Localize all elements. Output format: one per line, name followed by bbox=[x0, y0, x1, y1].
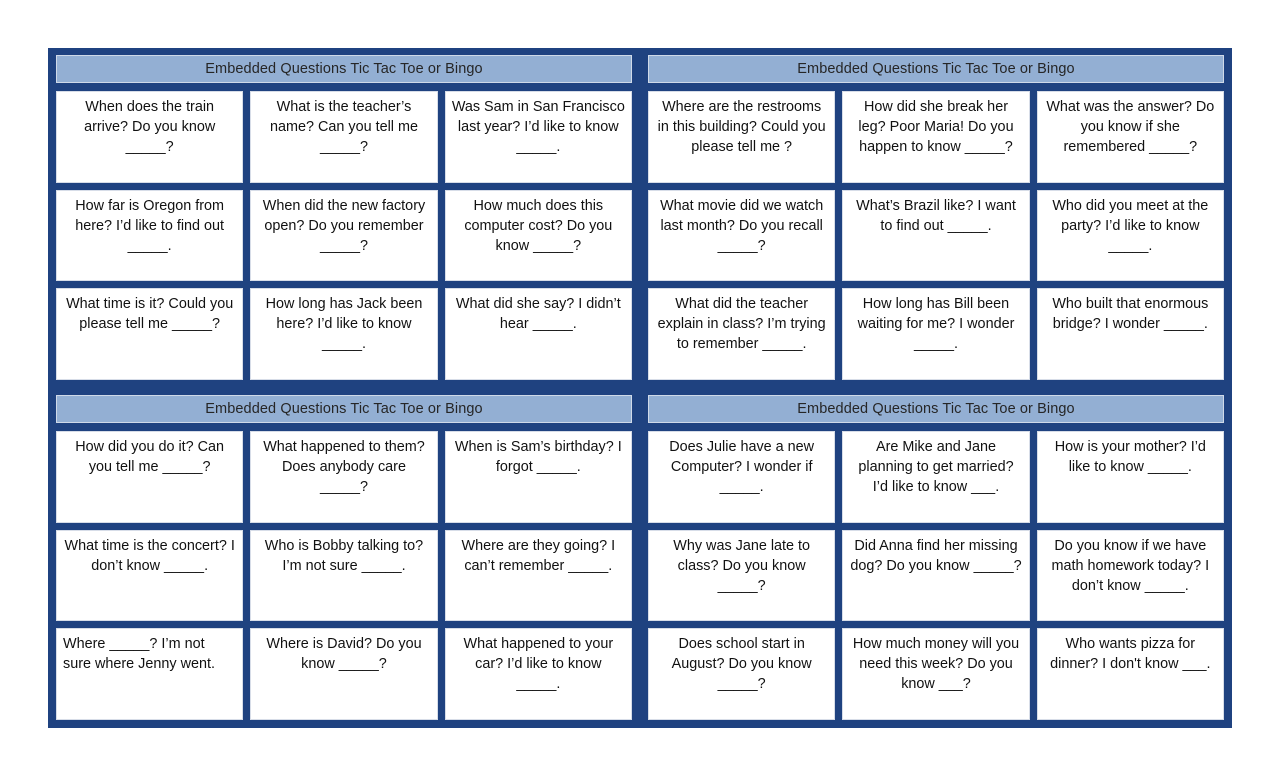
bingo-board-top-left: Embedded Questions Tic Tac Toe or Bingo … bbox=[48, 48, 640, 388]
bingo-cell[interactable]: Do you know if we have math homework tod… bbox=[1036, 529, 1224, 622]
bingo-cell-text: When is Sam’s birthday? I forgot _____. bbox=[454, 439, 622, 476]
bingo-cell-text: When did the new factory open? Do you re… bbox=[262, 197, 426, 254]
bingo-cell-text: Do you know if we have math homework tod… bbox=[1051, 537, 1210, 594]
worksheet-page: Embedded Questions Tic Tac Toe or Bingo … bbox=[0, 0, 1280, 777]
board-row: What did the teacher explain in class? I… bbox=[648, 288, 1224, 381]
bingo-cell[interactable]: Does Julie have a new Computer? I wonder… bbox=[648, 431, 836, 523]
bingo-cell-text: Was Sam in San Francisco last year? I’d … bbox=[451, 99, 625, 156]
bingo-cell[interactable]: Are Mike and Jane planning to get marrie… bbox=[842, 431, 1030, 523]
bingo-cell-text: What was the answer? Do you know if she … bbox=[1046, 99, 1215, 156]
bingo-cell-text: How much does this computer cost? Do you… bbox=[464, 197, 613, 254]
board-row: Does Julie have a new Computer? I wonder… bbox=[648, 431, 1224, 523]
bingo-cell-text: How much money will you need this week? … bbox=[852, 636, 1020, 693]
bingo-board-bottom-right: Embedded Questions Tic Tac Toe or Bingo … bbox=[640, 388, 1232, 728]
board-title: Embedded Questions Tic Tac Toe or Bingo bbox=[648, 55, 1224, 83]
bingo-board-bottom-left: Embedded Questions Tic Tac Toe or Bingo … bbox=[48, 388, 640, 728]
bingo-cell-text: What is the teacher’s name? Can you tell… bbox=[270, 99, 418, 156]
board-row: Why was Jane late to class? Do you know … bbox=[648, 529, 1224, 622]
bingo-cell[interactable]: How much money will you need this week? … bbox=[842, 628, 1030, 721]
bingo-board-top-right: Embedded Questions Tic Tac Toe or Bingo … bbox=[640, 48, 1232, 388]
bingo-cell-text: What time is it? Could you please tell m… bbox=[66, 296, 234, 333]
bingo-cell[interactable]: What was the answer? Do you know if she … bbox=[1036, 91, 1224, 183]
bingo-cell[interactable]: When does the train arrive? Do you know … bbox=[56, 91, 244, 183]
bingo-cell-text: How did she break her leg? Poor Maria! D… bbox=[858, 99, 1014, 156]
board-row: What movie did we watch last month? Do y… bbox=[648, 189, 1224, 282]
bingo-cell[interactable]: Who did you meet at the party? I’d like … bbox=[1036, 189, 1224, 282]
bingo-cell-text: Are Mike and Jane planning to get marrie… bbox=[858, 439, 1014, 496]
bingo-cell-text: How far is Oregon from here? I’d like to… bbox=[75, 197, 225, 254]
bingo-cell[interactable]: How is your mother? I’d like to know ___… bbox=[1036, 431, 1224, 523]
board-grid: Does Julie have a new Computer? I wonder… bbox=[648, 431, 1224, 721]
board-row: Does school start in August? Do you know… bbox=[648, 628, 1224, 721]
bingo-cell-text: Where is David? Do you know _____? bbox=[266, 636, 422, 673]
bingo-cell[interactable]: Does school start in August? Do you know… bbox=[648, 628, 836, 721]
bingo-cell[interactable]: Where are they going? I can’t remember _… bbox=[444, 529, 632, 622]
bingo-cell[interactable]: What time is it? Could you please tell m… bbox=[56, 288, 244, 381]
bingo-cell[interactable]: Who is Bobby talking to? I’m not sure __… bbox=[250, 529, 438, 622]
board-title: Embedded Questions Tic Tac Toe or Bingo bbox=[648, 395, 1224, 423]
bingo-cell-text: What did she say? I didn’t hear _____. bbox=[455, 296, 621, 333]
board-title: Embedded Questions Tic Tac Toe or Bingo bbox=[56, 55, 632, 83]
bingo-cell-text: Where _____? I’m not sure where Jenny we… bbox=[63, 636, 215, 673]
bingo-cell[interactable]: How did you do it? Can you tell me _____… bbox=[56, 431, 244, 523]
bingo-cell[interactable]: Who built that enormous bridge? I wonder… bbox=[1036, 288, 1224, 381]
bingo-cell-text: How long has Bill been waiting for me? I… bbox=[857, 296, 1015, 353]
bingo-cell[interactable]: What happened to them? Does anybody care… bbox=[250, 431, 438, 523]
bingo-cell[interactable]: Where is David? Do you know _____? bbox=[250, 628, 438, 721]
bingo-cell[interactable]: What’s Brazil like? I want to find out _… bbox=[842, 189, 1030, 282]
bingo-cell-text: Did Anna find her missing dog? Do you kn… bbox=[850, 537, 1022, 574]
bingo-cell-text: Where are they going? I can’t remember _… bbox=[461, 537, 616, 574]
bingo-cell-text: Who did you meet at the party? I’d like … bbox=[1052, 197, 1209, 254]
bingo-cell[interactable]: What happened to your car? I’d like to k… bbox=[444, 628, 632, 721]
bingo-cell[interactable]: Did Anna find her missing dog? Do you kn… bbox=[842, 529, 1030, 622]
board-row: Where _____? I’m not sure where Jenny we… bbox=[56, 628, 632, 721]
bingo-cell-text: What happened to them? Does anybody care… bbox=[263, 439, 425, 496]
bingo-cell-text: Who wants pizza for dinner? I don't know… bbox=[1050, 636, 1211, 673]
board-grid: When does the train arrive? Do you know … bbox=[56, 91, 632, 381]
board-row: How far is Oregon from here? I’d like to… bbox=[56, 189, 632, 282]
board-row: What time is it? Could you please tell m… bbox=[56, 288, 632, 381]
board-row: When does the train arrive? Do you know … bbox=[56, 91, 632, 183]
bingo-cell[interactable]: What did the teacher explain in class? I… bbox=[648, 288, 836, 381]
board-title: Embedded Questions Tic Tac Toe or Bingo bbox=[56, 395, 632, 423]
bingo-cell[interactable]: How much does this computer cost? Do you… bbox=[444, 189, 632, 282]
bingo-cell[interactable]: What is the teacher’s name? Can you tell… bbox=[250, 91, 438, 183]
bingo-cell-text: How is your mother? I’d like to know ___… bbox=[1054, 439, 1206, 476]
bingo-cell-text: Does Julie have a new Computer? I wonder… bbox=[669, 439, 815, 496]
bingo-cell[interactable]: What movie did we watch last month? Do y… bbox=[648, 189, 836, 282]
bingo-cell[interactable]: When did the new factory open? Do you re… bbox=[250, 189, 438, 282]
bingo-cell-text: What happened to your car? I’d like to k… bbox=[463, 636, 614, 693]
board-row: Where are the restrooms in this building… bbox=[648, 91, 1224, 183]
board-row: How did you do it? Can you tell me _____… bbox=[56, 431, 632, 523]
bingo-cell-text: How did you do it? Can you tell me _____… bbox=[75, 439, 225, 476]
board-row: What time is the concert? I don’t know _… bbox=[56, 529, 632, 622]
bingo-cell-text: What movie did we watch last month? Do y… bbox=[660, 197, 824, 254]
board-grid: How did you do it? Can you tell me _____… bbox=[56, 431, 632, 721]
bingo-cell[interactable]: How long has Bill been waiting for me? I… bbox=[842, 288, 1030, 381]
bingo-cell-text: How long has Jack been here? I’d like to… bbox=[265, 296, 423, 353]
bingo-cell[interactable]: Where _____? I’m not sure where Jenny we… bbox=[56, 628, 244, 721]
bingo-cell[interactable]: How far is Oregon from here? I’d like to… bbox=[56, 189, 244, 282]
bingo-cell-text: Why was Jane late to class? Do you know … bbox=[673, 537, 811, 594]
bingo-cell-text: Where are the restrooms in this building… bbox=[657, 99, 826, 156]
bingo-cell-text: When does the train arrive? Do you know … bbox=[84, 99, 216, 156]
bingo-cell[interactable]: Was Sam in San Francisco last year? I’d … bbox=[444, 91, 632, 183]
bingo-cell[interactable]: How long has Jack been here? I’d like to… bbox=[250, 288, 438, 381]
board-grid: Where are the restrooms in this building… bbox=[648, 91, 1224, 381]
bingo-cell-text: What’s Brazil like? I want to find out _… bbox=[856, 197, 1016, 234]
bingo-cell[interactable]: Why was Jane late to class? Do you know … bbox=[648, 529, 836, 622]
bingo-cell-text: Does school start in August? Do you know… bbox=[671, 636, 812, 693]
bingo-cell-text: Who is Bobby talking to? I’m not sure __… bbox=[264, 537, 424, 574]
bingo-cell-text: What time is the concert? I don’t know _… bbox=[64, 537, 235, 574]
bingo-cell-text: Who built that enormous bridge? I wonder… bbox=[1052, 296, 1209, 333]
bingo-cell[interactable]: When is Sam’s birthday? I forgot _____. bbox=[444, 431, 632, 523]
bingo-cell[interactable]: How did she break her leg? Poor Maria! D… bbox=[842, 91, 1030, 183]
bingo-cell[interactable]: Where are the restrooms in this building… bbox=[648, 91, 836, 183]
bingo-cell-text: What did the teacher explain in class? I… bbox=[657, 296, 826, 353]
bingo-cell[interactable]: What time is the concert? I don’t know _… bbox=[56, 529, 244, 622]
bingo-cell[interactable]: Who wants pizza for dinner? I don't know… bbox=[1036, 628, 1224, 721]
bingo-cell[interactable]: What did she say? I didn’t hear _____. bbox=[444, 288, 632, 381]
bingo-boards-frame: Embedded Questions Tic Tac Toe or Bingo … bbox=[48, 48, 1232, 728]
